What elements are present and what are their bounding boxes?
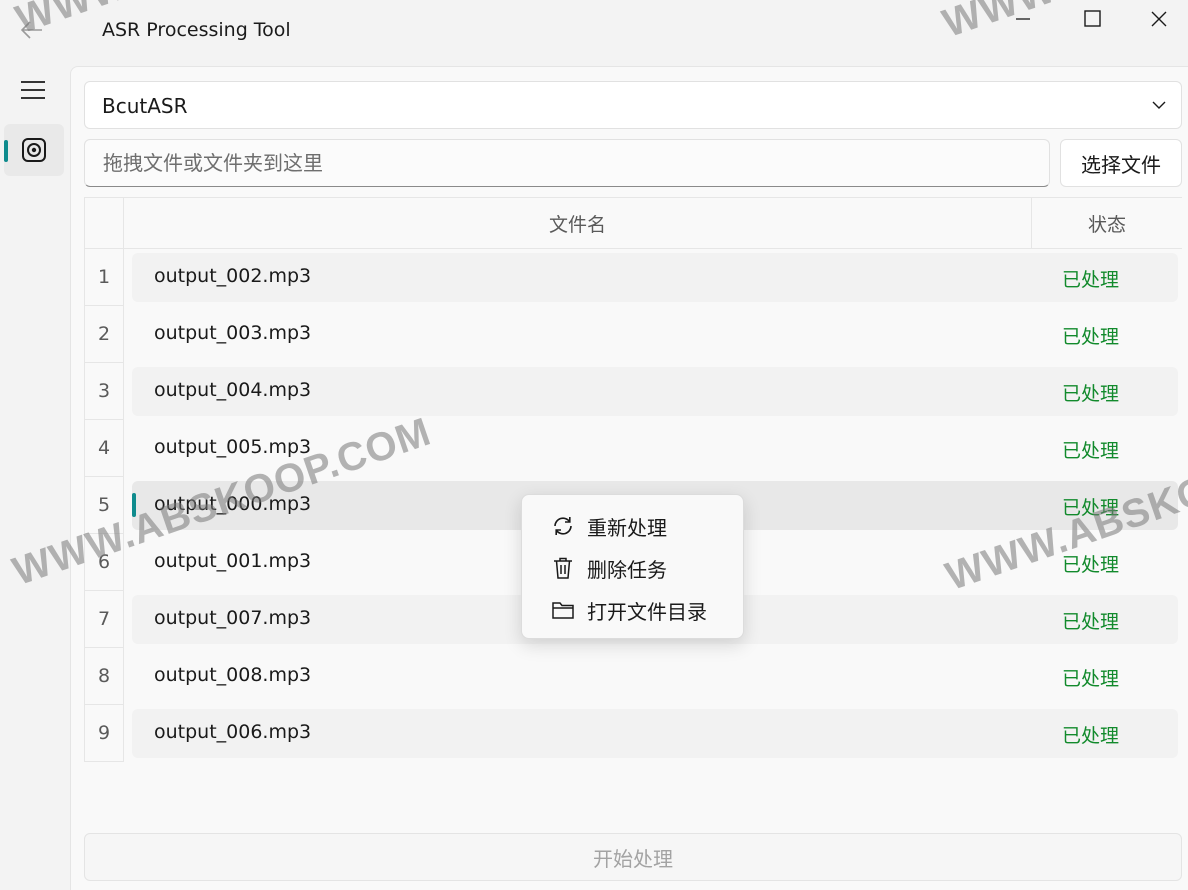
cell-status: 已处理 xyxy=(1062,668,1120,690)
table-row[interactable]: output_005.mp3 已处理 xyxy=(132,420,1178,477)
table-row[interactable]: output_003.mp3 已处理 xyxy=(132,306,1178,363)
row-number[interactable]: 2 xyxy=(85,306,123,363)
table-row[interactable]: output_002.mp3 已处理 xyxy=(132,249,1178,306)
table-row[interactable]: output_006.mp3 已处理 xyxy=(132,705,1178,762)
cell-filename: output_001.mp3 xyxy=(154,550,312,572)
menu-item-open-folder[interactable]: 打开文件目录 xyxy=(528,591,738,629)
hamburger-icon xyxy=(21,81,45,99)
close-icon xyxy=(1151,11,1167,27)
menu-item-label: 重新处理 xyxy=(587,515,667,540)
row-number[interactable]: 7 xyxy=(85,591,123,648)
nav-menu-button[interactable] xyxy=(4,66,62,114)
table-row[interactable]: output_008.mp3 已处理 xyxy=(132,648,1178,705)
cell-status: 已处理 xyxy=(1062,554,1120,576)
chevron-down-icon xyxy=(1152,101,1166,109)
trash-icon xyxy=(548,556,578,580)
row-number[interactable]: 3 xyxy=(85,363,123,420)
nav-item-asr[interactable] xyxy=(4,124,64,176)
cell-filename: output_004.mp3 xyxy=(154,379,312,401)
file-table: 文件名 状态 1 2 3 4 5 6 7 8 9 output_002.mp3 … xyxy=(84,197,1182,763)
context-menu: 重新处理 删除任务 打开文件目录 xyxy=(521,494,744,639)
menu-item-label: 删除任务 xyxy=(587,557,667,582)
refresh-icon xyxy=(548,514,578,538)
cell-status: 已处理 xyxy=(1062,497,1120,519)
minimize-button[interactable] xyxy=(990,0,1056,38)
cell-filename: output_000.mp3 xyxy=(154,493,312,515)
app-title: ASR Processing Tool xyxy=(102,19,291,41)
maximize-button[interactable] xyxy=(1060,0,1126,38)
start-processing-button[interactable]: 开始处理 xyxy=(84,833,1182,881)
title-bar: ASR Processing Tool xyxy=(0,0,1188,62)
choose-file-button[interactable]: 选择文件 xyxy=(1060,139,1182,187)
row-number-column: 1 2 3 4 5 6 7 8 9 xyxy=(84,249,124,762)
cell-filename: output_003.mp3 xyxy=(154,322,312,344)
cell-status: 已处理 xyxy=(1062,611,1120,633)
asr-engine-select[interactable]: BcutASR xyxy=(84,81,1182,129)
cell-status: 已处理 xyxy=(1062,326,1120,348)
row-number[interactable]: 4 xyxy=(85,420,123,477)
cell-filename: output_002.mp3 xyxy=(154,265,312,287)
record-icon xyxy=(22,138,46,162)
cell-status: 已处理 xyxy=(1062,725,1120,747)
table-corner xyxy=(84,197,124,249)
menu-item-delete-task[interactable]: 删除任务 xyxy=(528,549,738,587)
asr-engine-value: BcutASR xyxy=(102,94,188,118)
nav-selected-indicator xyxy=(4,140,8,162)
cell-filename: output_007.mp3 xyxy=(154,607,312,629)
cell-status: 已处理 xyxy=(1062,440,1120,462)
cell-filename: output_008.mp3 xyxy=(154,664,312,686)
column-header-status[interactable]: 状态 xyxy=(1032,197,1182,249)
row-number[interactable]: 6 xyxy=(85,534,123,591)
folder-icon xyxy=(548,599,578,621)
cell-filename: output_005.mp3 xyxy=(154,436,312,458)
row-number[interactable]: 1 xyxy=(85,249,123,306)
minimize-icon xyxy=(1016,18,1030,20)
back-button[interactable] xyxy=(14,14,50,46)
row-number[interactable]: 9 xyxy=(85,705,123,762)
menu-item-label: 打开文件目录 xyxy=(587,599,707,624)
row-number[interactable]: 8 xyxy=(85,648,123,705)
column-header-filename[interactable]: 文件名 xyxy=(124,197,1032,249)
file-drop-input[interactable] xyxy=(84,139,1050,187)
arrow-left-icon xyxy=(21,21,42,39)
maximize-icon xyxy=(1084,10,1101,27)
close-button[interactable] xyxy=(1126,0,1188,38)
menu-item-reprocess[interactable]: 重新处理 xyxy=(528,507,738,545)
row-number[interactable]: 5 xyxy=(85,477,123,534)
table-row[interactable]: output_004.mp3 已处理 xyxy=(132,363,1178,420)
cell-status: 已处理 xyxy=(1062,383,1120,405)
cell-filename: output_006.mp3 xyxy=(154,721,312,743)
row-selected-indicator xyxy=(132,493,136,517)
cell-status: 已处理 xyxy=(1062,269,1120,291)
